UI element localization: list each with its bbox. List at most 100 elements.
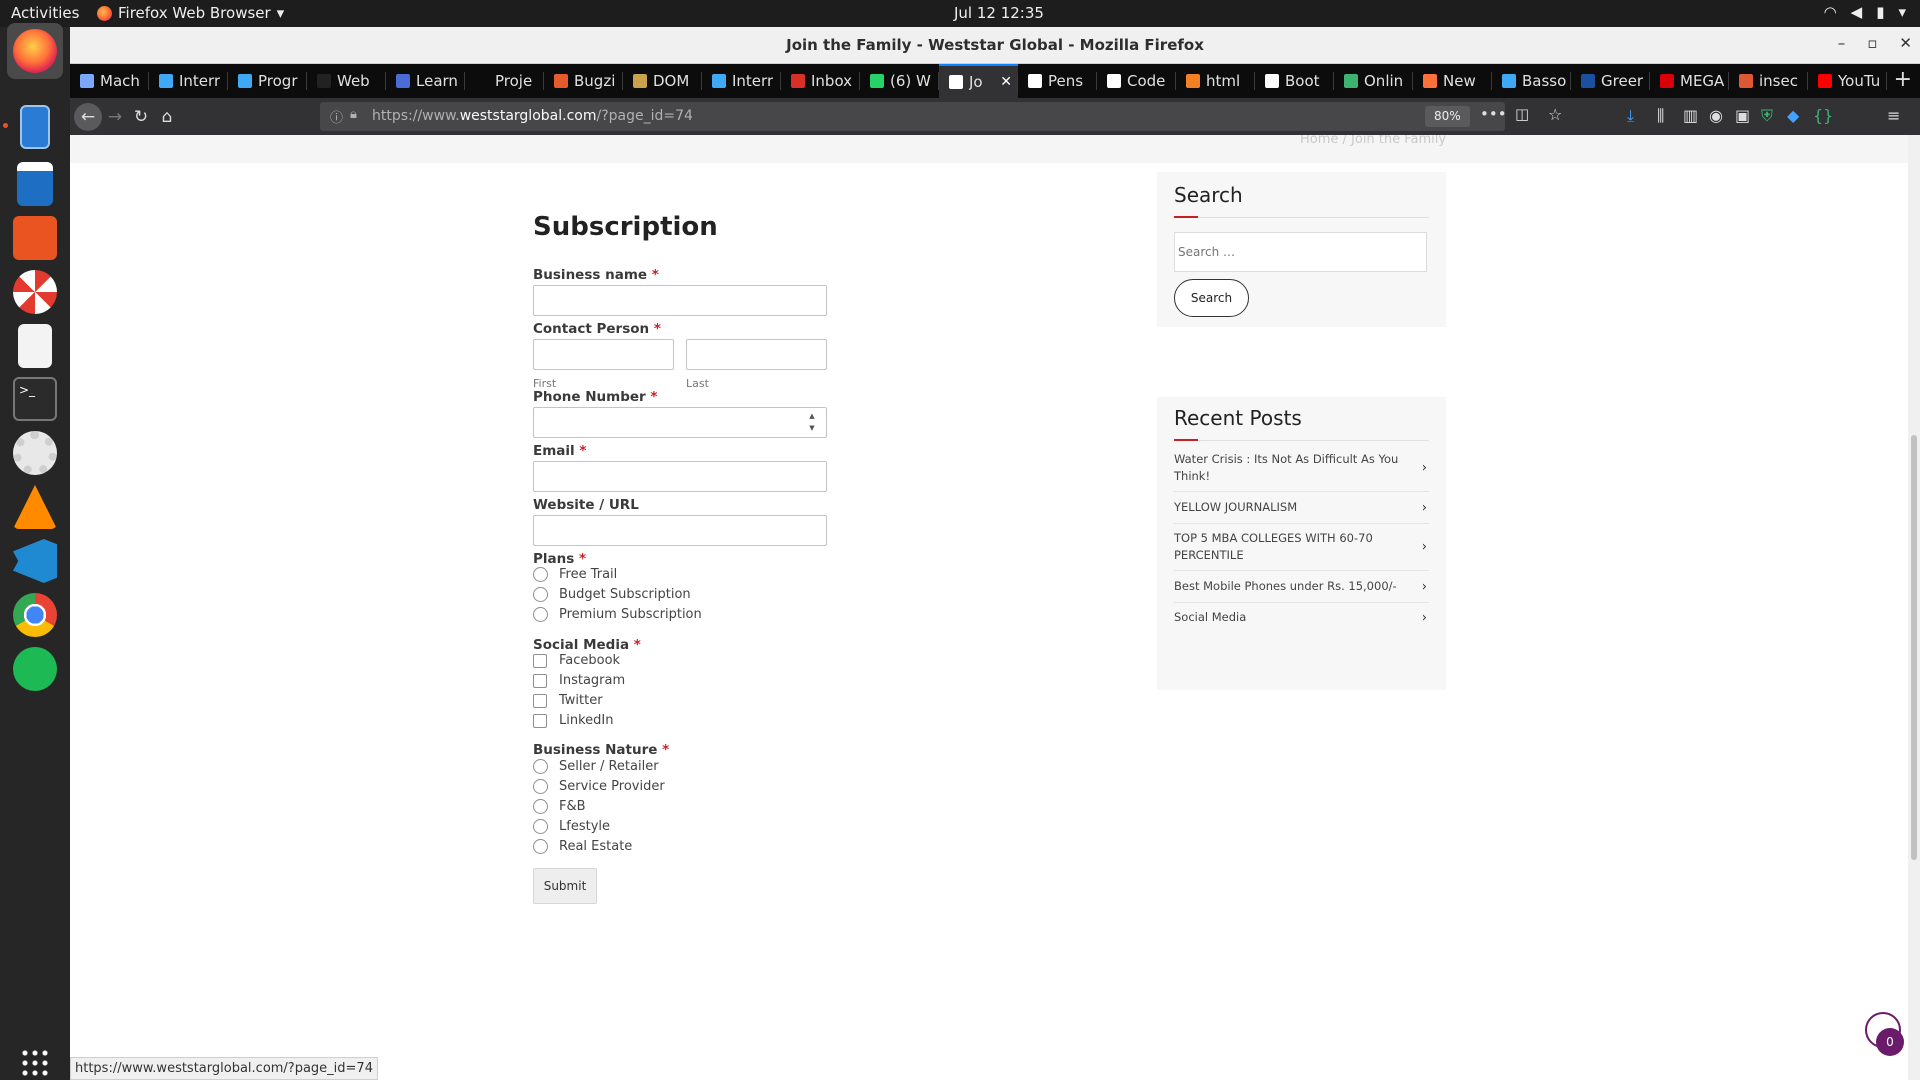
- dock-chrome[interactable]: [7, 587, 63, 643]
- recent-post-link[interactable]: Best Mobile Phones under Rs. 15,000/- ›: [1174, 578, 1429, 595]
- tab-proje[interactable]: Proje: [465, 64, 544, 98]
- dock-settings[interactable]: [7, 425, 63, 481]
- tab-mega[interactable]: MEGA: [1650, 64, 1729, 98]
- tab-html[interactable]: html: [1176, 64, 1255, 98]
- hamburger-menu-icon[interactable]: ≡: [1887, 106, 1900, 125]
- checkbox[interactable]: [533, 713, 547, 728]
- radio-button[interactable]: [533, 799, 548, 814]
- account-icon[interactable]: ◉: [1709, 106, 1723, 125]
- checkbox[interactable]: [533, 693, 547, 708]
- radio-button[interactable]: [533, 839, 548, 854]
- close-icon[interactable]: ✕: [1899, 34, 1912, 52]
- tab-pens[interactable]: Pens: [1018, 64, 1097, 98]
- extension-badge-icon[interactable]: ◆: [1787, 106, 1799, 125]
- number-stepper[interactable]: ▲ ▼: [806, 410, 818, 434]
- tab-new[interactable]: New: [1413, 64, 1492, 98]
- lock-icon[interactable]: 🔒︎: [350, 107, 357, 122]
- plan-option-budget[interactable]: Budget Subscription: [533, 587, 691, 602]
- nature-option-seller[interactable]: Seller / Retailer: [533, 759, 659, 774]
- extension-icon[interactable]: ▣: [1735, 106, 1750, 125]
- dock-terminal[interactable]: >_: [7, 371, 63, 427]
- nature-option-fnb[interactable]: F&B: [533, 799, 586, 814]
- tab-6-w[interactable]: (6) W: [860, 64, 939, 98]
- tab-youtu[interactable]: YouTu: [1808, 64, 1887, 98]
- url-text[interactable]: https://www.weststarglobal.com/?page_id=…: [372, 108, 693, 124]
- radio-button[interactable]: [533, 587, 548, 602]
- checkbox[interactable]: [533, 653, 547, 668]
- zoom-level-button[interactable]: 80%: [1425, 106, 1470, 127]
- tab-mach[interactable]: Mach: [70, 64, 149, 98]
- pocket-icon[interactable]: ◫: [1515, 105, 1529, 123]
- social-option-linkedin[interactable]: LinkedIn: [533, 713, 613, 728]
- dock-vscode[interactable]: [7, 533, 63, 589]
- back-button[interactable]: ←: [74, 103, 102, 131]
- dock-writer[interactable]: [7, 156, 63, 212]
- scrollbar-thumb[interactable]: [1911, 435, 1917, 860]
- tab-learn[interactable]: Learn: [386, 64, 465, 98]
- nature-option-real-estate[interactable]: Real Estate: [533, 839, 632, 854]
- radio-button[interactable]: [533, 607, 548, 622]
- system-tray[interactable]: ◠ ◀ ▮ ▾: [1824, 3, 1906, 21]
- dock-document-viewer[interactable]: [7, 318, 63, 374]
- radio-button[interactable]: [533, 819, 548, 834]
- tab-basso[interactable]: Basso: [1492, 64, 1571, 98]
- recent-post-link[interactable]: YELLOW JOURNALISM ›: [1174, 499, 1429, 516]
- shield-icon[interactable]: ⛨: [1761, 106, 1773, 126]
- new-tab-icon[interactable]: +: [1894, 67, 1912, 92]
- radio-button[interactable]: [533, 759, 548, 774]
- tab-bugzi[interactable]: Bugzi: [544, 64, 623, 98]
- activities-button[interactable]: Activities: [11, 4, 79, 22]
- nature-option-lifestyle[interactable]: Lfestyle: [533, 819, 610, 834]
- tab-onlin[interactable]: Onlin: [1334, 64, 1413, 98]
- tab-interr[interactable]: Interr: [702, 64, 781, 98]
- dock-spotify[interactable]: [7, 641, 63, 697]
- website-input[interactable]: [533, 515, 827, 546]
- first-name-input[interactable]: [533, 339, 674, 370]
- sidebar-icon[interactable]: ▥: [1683, 106, 1698, 125]
- tab-boot[interactable]: Boot: [1255, 64, 1334, 98]
- radio-button[interactable]: [533, 779, 548, 794]
- dock-show-apps[interactable]: [7, 1035, 63, 1080]
- tab-progr[interactable]: Progr: [228, 64, 307, 98]
- recent-post-link[interactable]: Social Media ›: [1174, 609, 1429, 626]
- search-input[interactable]: [1174, 232, 1427, 272]
- home-button[interactable]: ⌂: [153, 103, 181, 131]
- plan-option-premium[interactable]: Premium Subscription: [533, 607, 702, 622]
- minimize-icon[interactable]: –: [1838, 34, 1846, 52]
- close-tab-icon[interactable]: ✕: [1000, 74, 1012, 90]
- radio-button[interactable]: [533, 567, 548, 582]
- page-scrollbar[interactable]: [1908, 135, 1920, 1080]
- dock-vlc[interactable]: [7, 479, 63, 535]
- dock-help[interactable]: [7, 264, 63, 320]
- dock-software[interactable]: [7, 210, 63, 266]
- dock-files[interactable]: [7, 99, 63, 155]
- url-bar[interactable]: ⓘ 🔒︎ https://www.weststarglobal.com/?pag…: [320, 102, 1562, 131]
- dock-firefox[interactable]: [7, 23, 63, 79]
- floating-cart-button[interactable]: 0: [1865, 1012, 1904, 1056]
- app-menu[interactable]: Firefox Web Browser ▾: [97, 4, 284, 22]
- maximize-icon[interactable]: ▫: [1867, 34, 1877, 52]
- tab-dom[interactable]: DOM: [623, 64, 702, 98]
- clock[interactable]: Jul 12 12:35: [954, 4, 1044, 22]
- recent-post-link[interactable]: Water Crisis : Its Not As Difficult As Y…: [1174, 451, 1429, 485]
- tab-greer[interactable]: Greer: [1571, 64, 1650, 98]
- recent-post-link[interactable]: TOP 5 MBA COLLEGES WITH 60-70 PERCENTILE…: [1174, 530, 1429, 564]
- social-option-instagram[interactable]: Instagram: [533, 673, 625, 688]
- forward-button[interactable]: →: [101, 103, 129, 131]
- checkbox[interactable]: [533, 673, 547, 688]
- tab-inbox[interactable]: Inbox: [781, 64, 860, 98]
- search-button[interactable]: Search: [1174, 279, 1249, 317]
- tab-jo[interactable]: Jo ✕: [939, 64, 1018, 98]
- nature-option-service[interactable]: Service Provider: [533, 779, 665, 794]
- business-name-input[interactable]: [533, 285, 827, 316]
- script-extension-icon[interactable]: {}: [1813, 106, 1833, 125]
- plan-option-free-trail[interactable]: Free Trail: [533, 567, 617, 582]
- info-icon[interactable]: ⓘ: [330, 107, 343, 126]
- last-name-input[interactable]: [686, 339, 827, 370]
- email-input[interactable]: [533, 461, 827, 492]
- submit-button[interactable]: Submit: [533, 868, 597, 904]
- tab-interr[interactable]: Interr: [149, 64, 228, 98]
- reload-button[interactable]: ↻: [127, 103, 155, 131]
- library-icon[interactable]: ⫼: [1657, 106, 1664, 126]
- phone-input[interactable]: ▲ ▼: [533, 407, 827, 438]
